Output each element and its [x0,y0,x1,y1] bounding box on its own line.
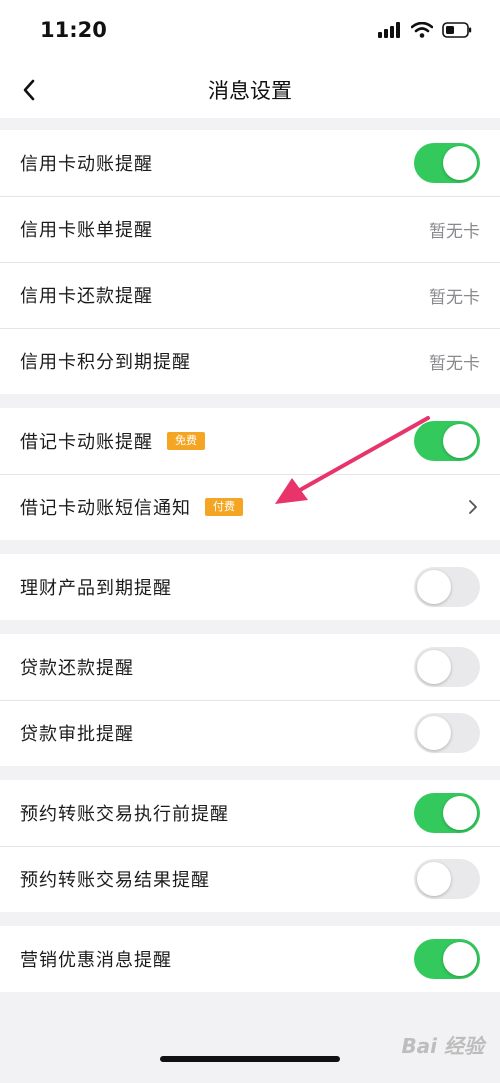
row-scheduled-pre-execution-alert: 预约转账交易执行前提醒 [0,780,500,846]
status-bar: 11:20 [0,0,500,62]
free-badge: 免费 [167,432,205,450]
toggle-knob [443,424,477,458]
scheduled-result-toggle[interactable] [414,859,480,899]
row-marketing-alert: 营销优惠消息提醒 [0,926,500,992]
row-label: 信用卡账单提醒 [20,220,153,241]
paid-badge: 付费 [205,498,243,516]
row-label: 信用卡积分到期提醒 [20,352,191,373]
credit-card-group: 信用卡动账提醒 信用卡账单提醒 暂无卡 信用卡还款提醒 暂无卡 信用卡积分到期提… [0,130,500,394]
home-indicator [160,1056,340,1062]
toggle-knob [417,650,451,684]
row-label: 借记卡动账提醒 [20,432,153,453]
row-credit-points-alert[interactable]: 信用卡积分到期提醒 暂无卡 [0,328,500,394]
marketing-toggle[interactable] [414,939,480,979]
wealth-group: 理财产品到期提醒 [0,554,500,620]
status-icons [378,22,472,38]
nav-bar: 消息设置 [0,62,500,118]
row-debit-transaction-alert: 借记卡动账提醒 免费 [0,408,500,474]
wealth-maturity-toggle[interactable] [414,567,480,607]
row-label: 预约转账交易结果提醒 [20,870,210,891]
row-value: 暂无卡 [429,221,480,242]
row-credit-transaction-alert: 信用卡动账提醒 [0,130,500,196]
wifi-icon [411,22,433,38]
scheduled-transfer-group: 预约转账交易执行前提醒 预约转账交易结果提醒 [0,780,500,912]
chevron-left-icon [23,79,35,101]
row-label: 信用卡还款提醒 [20,286,153,307]
row-label: 贷款审批提醒 [20,724,134,745]
scheduled-pre-execution-toggle[interactable] [414,793,480,833]
status-time: 11:20 [40,18,107,42]
row-label: 借记卡动账短信通知 [20,498,191,519]
signal-icon [378,22,400,38]
row-credit-repayment-alert[interactable]: 信用卡还款提醒 暂无卡 [0,262,500,328]
back-button[interactable] [14,74,44,106]
debit-transaction-toggle[interactable] [414,421,480,461]
loan-approval-toggle[interactable] [414,713,480,753]
row-value: 暂无卡 [429,287,480,308]
loan-repayment-toggle[interactable] [414,647,480,687]
debit-card-group: 借记卡动账提醒 免费 借记卡动账短信通知 付费 [0,408,500,540]
watermark: Bai 经验 [401,1034,484,1058]
row-label: 预约转账交易执行前提醒 [20,804,229,825]
row-scheduled-result-alert: 预约转账交易结果提醒 [0,846,500,912]
row-label: 贷款还款提醒 [20,658,134,679]
battery-icon [442,22,472,38]
row-loan-repayment-alert: 贷款还款提醒 [0,634,500,700]
row-loan-approval-alert: 贷款审批提醒 [0,700,500,766]
row-value: 暂无卡 [429,353,480,374]
toggle-knob [417,570,451,604]
row-label: 营销优惠消息提醒 [20,950,172,971]
marketing-group: 营销优惠消息提醒 [0,926,500,992]
toggle-knob [443,146,477,180]
chevron-right-icon[interactable] [466,497,480,517]
loan-group: 贷款还款提醒 贷款审批提醒 [0,634,500,766]
row-label: 理财产品到期提醒 [20,578,172,599]
toggle-knob [443,942,477,976]
toggle-knob [443,796,477,830]
credit-transaction-toggle[interactable] [414,143,480,183]
toggle-knob [417,716,451,750]
page-title: 消息设置 [208,79,292,103]
toggle-knob [417,862,451,896]
row-debit-sms-notification[interactable]: 借记卡动账短信通知 付费 [0,474,500,540]
row-label: 信用卡动账提醒 [20,154,153,175]
row-credit-bill-alert[interactable]: 信用卡账单提醒 暂无卡 [0,196,500,262]
row-wealth-maturity-alert: 理财产品到期提醒 [0,554,500,620]
